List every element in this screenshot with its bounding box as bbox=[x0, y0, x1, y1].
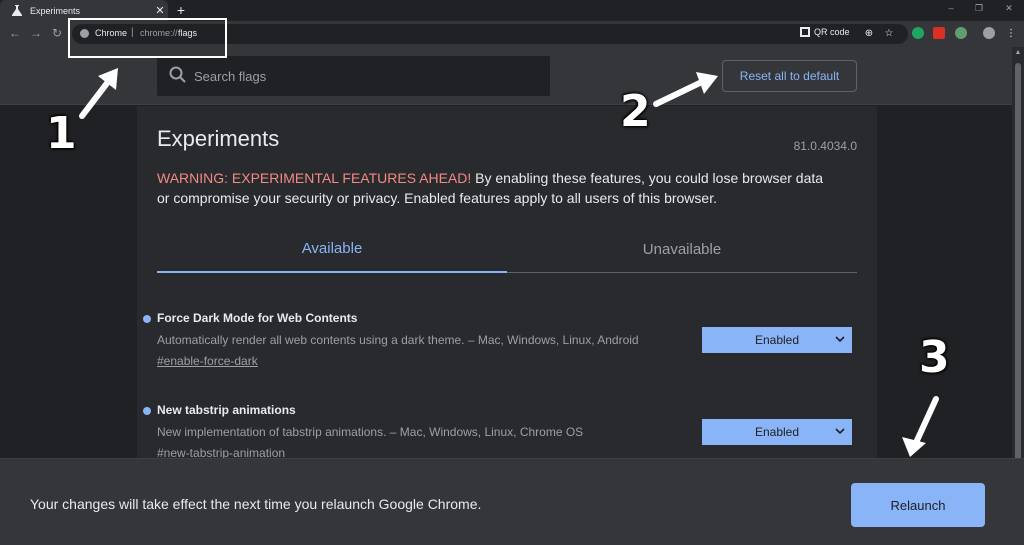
flag-select-value: Enabled bbox=[754, 333, 800, 347]
flag-title: New tabstrip animations bbox=[157, 403, 296, 417]
chevron-down-icon bbox=[835, 428, 845, 435]
qr-code-icon bbox=[800, 27, 810, 37]
grammarly-extension-icon[interactable] bbox=[912, 27, 924, 39]
tab-available[interactable]: Available bbox=[157, 240, 507, 257]
tab-title: Experiments bbox=[30, 5, 81, 16]
step-2-label: 2 bbox=[620, 86, 651, 137]
back-icon[interactable]: ← bbox=[8, 26, 22, 40]
flag-modified-dot bbox=[143, 315, 151, 323]
version-label: 81.0.4034.0 bbox=[793, 139, 857, 153]
step-3-label: 3 bbox=[919, 332, 950, 383]
step-1-label: 1 bbox=[46, 108, 77, 159]
warning-text: WARNING: EXPERIMENTAL FEATURES AHEAD! By… bbox=[157, 168, 837, 208]
flag-description: Automatically render all web contents us… bbox=[157, 333, 639, 347]
page-title: Experiments bbox=[157, 126, 280, 151]
tab-close-icon[interactable]: ✕ bbox=[152, 4, 168, 17]
relaunch-message: Your changes will take effect the next t… bbox=[30, 496, 482, 512]
flag-select[interactable]: Enabled bbox=[702, 419, 852, 445]
address-highlight-box bbox=[68, 18, 227, 58]
bookmark-star-icon[interactable]: ☆ bbox=[882, 27, 896, 41]
window-close-icon[interactable]: ✕ bbox=[1002, 3, 1016, 14]
step-1-arrow-icon bbox=[79, 68, 118, 119]
search-placeholder: Search flags bbox=[194, 69, 267, 84]
flag-description: New implementation of tabstrip animation… bbox=[157, 425, 584, 439]
flag-link[interactable]: #enable-force-dark bbox=[157, 354, 258, 368]
step-2-arrow-icon bbox=[653, 72, 718, 107]
zoom-icon[interactable]: ⊕ bbox=[862, 27, 876, 41]
scrollbar-thumb[interactable] bbox=[1015, 63, 1021, 463]
menu-icon[interactable]: ⋮ bbox=[1004, 27, 1018, 41]
scrollbar[interactable]: ▲ bbox=[1012, 47, 1024, 463]
minimize-icon[interactable]: – bbox=[944, 3, 958, 13]
browser-window: { "tab": { "title": "Experiments", "clos… bbox=[0, 0, 1024, 545]
new-tab-button[interactable]: + bbox=[173, 2, 189, 18]
relaunch-button[interactable]: Relaunch bbox=[851, 483, 985, 527]
tab-divider bbox=[507, 272, 857, 273]
chevron-down-icon bbox=[835, 336, 845, 343]
flask-icon bbox=[12, 5, 22, 16]
scroll-up-icon[interactable]: ▲ bbox=[1012, 47, 1024, 59]
profile-avatar[interactable] bbox=[983, 27, 995, 39]
qr-code-button[interactable]: QR code bbox=[800, 27, 850, 37]
maximize-icon[interactable]: ❐ bbox=[972, 3, 986, 14]
reset-all-button[interactable]: Reset all to default bbox=[722, 60, 857, 92]
relaunch-bar: Your changes will take effect the next t… bbox=[0, 458, 1024, 545]
flag-title: Force Dark Mode for Web Contents bbox=[157, 311, 358, 325]
extension-icon[interactable] bbox=[955, 27, 967, 39]
search-flags-input[interactable]: Search flags bbox=[157, 56, 550, 96]
step-3-arrow-icon bbox=[902, 396, 939, 457]
tab-active-indicator bbox=[157, 271, 507, 273]
flag-modified-dot bbox=[143, 407, 151, 415]
flag-select-value: Enabled bbox=[754, 425, 800, 439]
pdf-extension-icon[interactable] bbox=[933, 27, 945, 39]
flag-select[interactable]: Enabled bbox=[702, 327, 852, 353]
forward-icon[interactable]: → bbox=[29, 26, 43, 40]
qr-code-label: QR code bbox=[814, 27, 850, 37]
tab-unavailable[interactable]: Unavailable bbox=[507, 241, 857, 258]
warning-heading: WARNING: EXPERIMENTAL FEATURES AHEAD! bbox=[157, 170, 472, 186]
search-icon bbox=[169, 66, 186, 83]
reload-icon[interactable]: ↻ bbox=[50, 26, 64, 40]
